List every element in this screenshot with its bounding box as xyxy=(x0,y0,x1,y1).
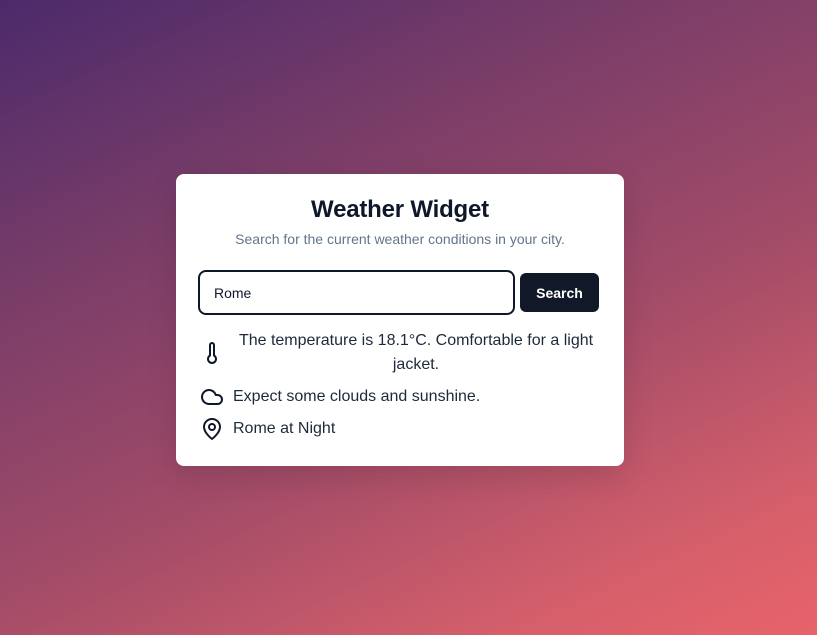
widget-subtitle: Search for the current weather condition… xyxy=(235,231,565,247)
widget-title: Weather Widget xyxy=(311,196,489,223)
conditions-row: Expect some clouds and sunshine. xyxy=(200,385,480,409)
map-pin-icon xyxy=(200,417,224,441)
location-text: Rome at Night xyxy=(233,420,336,437)
search-button[interactable]: Search xyxy=(520,273,599,312)
temperature-row: The temperature is 18.1°C. Comfortable f… xyxy=(200,329,600,377)
location-row: Rome at Night xyxy=(200,417,335,441)
conditions-text: Expect some clouds and sunshine. xyxy=(233,388,481,405)
thermometer-icon xyxy=(200,341,224,365)
city-search-input[interactable] xyxy=(198,270,515,315)
cloud-icon xyxy=(200,385,224,409)
weather-widget-card: Weather Widget Search for the current we… xyxy=(176,174,624,466)
temperature-text: The temperature is 18.1°C. Comfortable f… xyxy=(238,332,594,373)
